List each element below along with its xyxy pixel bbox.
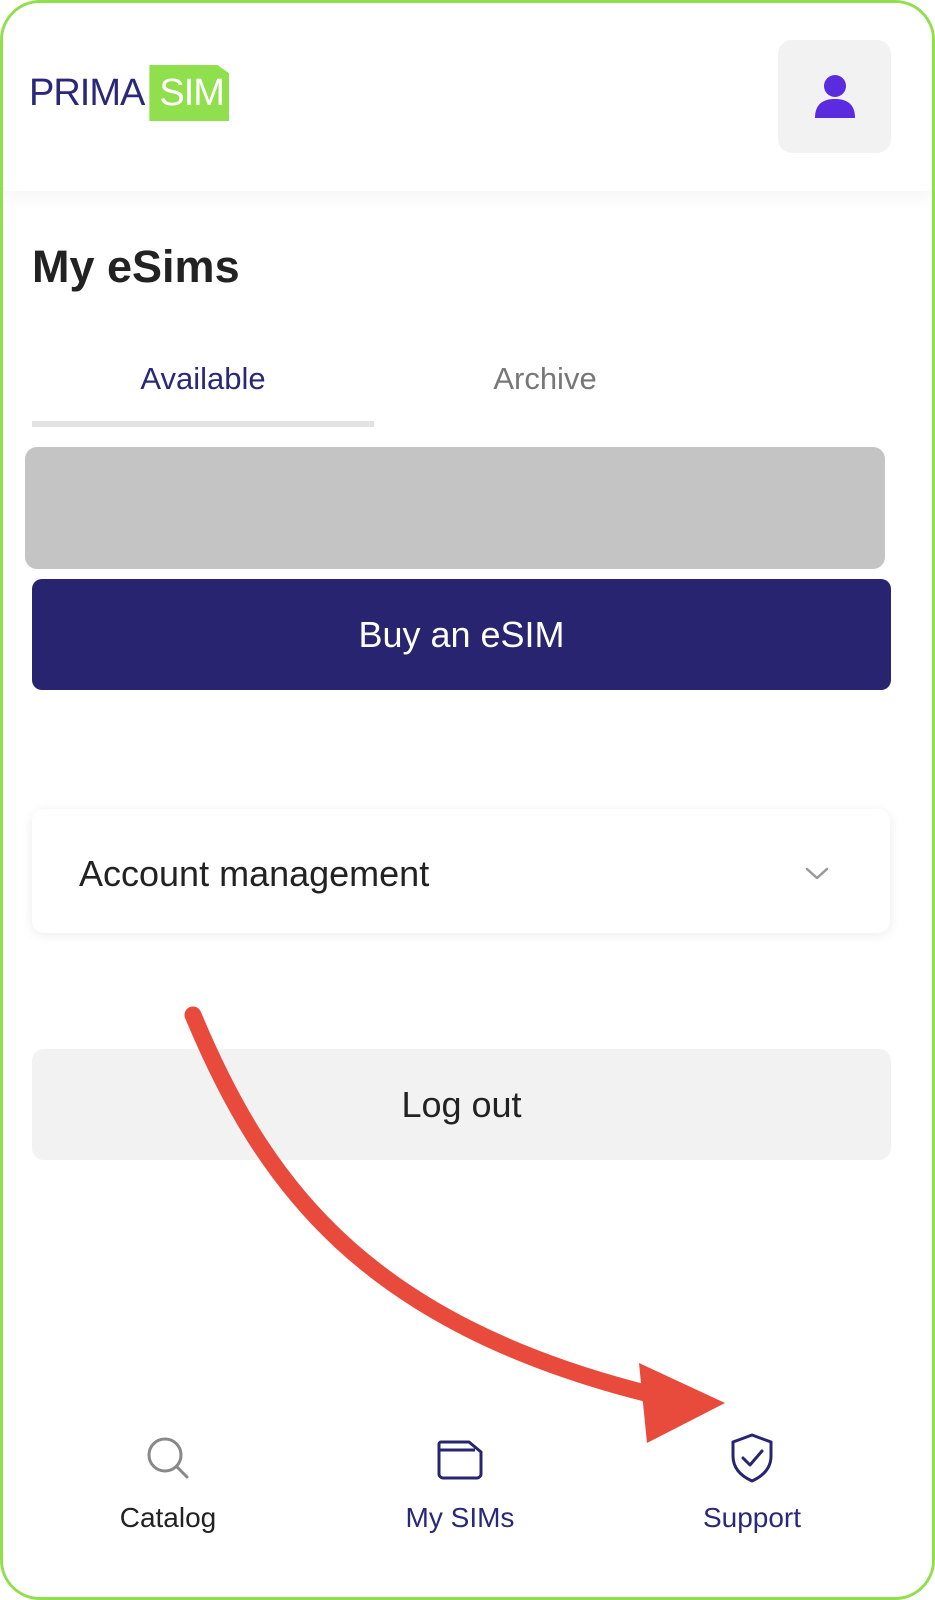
tab-indicator [32,421,374,427]
nav-item-my-sims[interactable]: My SIMs [310,1423,610,1534]
account-management-label: Account management [79,853,430,894]
tab-available[interactable]: Available [32,361,374,397]
header: PRIMA SIM [3,3,932,191]
chevron-down-icon [805,867,829,880]
esim-card-placeholder [25,447,885,569]
nav-label-my-sims: My SIMs [405,1502,515,1533]
nav-label-catalog: Catalog [119,1502,217,1533]
logo-prima: PRIMA [29,71,145,114]
logo-sim: SIM [149,65,230,121]
logo[interactable]: PRIMA SIM [29,63,230,123]
shield-check-icon [731,1433,773,1483]
nav-label-support: Support [702,1502,802,1533]
page-title: My eSims [32,241,240,292]
user-icon [814,74,855,118]
buy-esim-button[interactable]: Buy an eSIM [32,579,891,690]
account-management-dropdown[interactable]: Account management [32,809,890,933]
nav-item-support[interactable]: Support [602,1423,902,1534]
search-icon [147,1437,189,1479]
logout-button[interactable]: Log out [32,1049,891,1160]
sim-card-icon [437,1440,483,1480]
nav-item-catalog[interactable]: Catalog [18,1423,318,1534]
tab-archive[interactable]: Archive [374,361,716,397]
profile-button[interactable] [778,40,891,153]
app-frame: PRIMA SIM My eSims Available Archive Buy… [0,0,935,1600]
